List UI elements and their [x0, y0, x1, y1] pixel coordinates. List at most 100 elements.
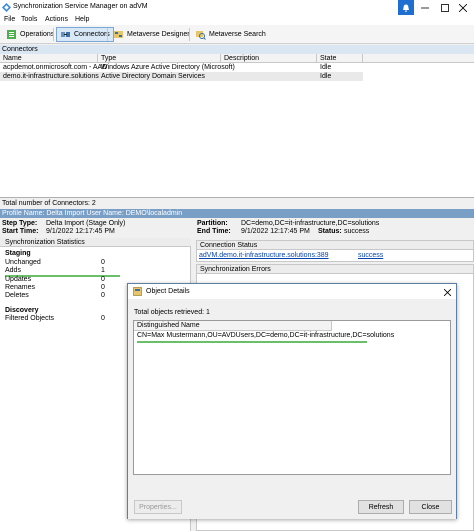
stat-row[interactable]: Adds 1 — [5, 267, 115, 275]
stat-label: Filtered Objects — [5, 315, 55, 322]
dialog-title-bar: Object Details — [128, 284, 456, 299]
maximize-icon — [441, 3, 449, 12]
title-bar: Synchronization Service Manager on adVM — [0, 0, 474, 15]
connection-result-link[interactable]: success — [358, 252, 383, 259]
discovery-label: Discovery — [5, 307, 39, 314]
sync-service-icon — [2, 3, 11, 12]
status-label: Status: — [318, 228, 342, 235]
table-row[interactable]: acpdemot.onmicrosoft.com - AAD Windows A… — [0, 63, 363, 72]
connectors-count: Total number of Connectors: 2 — [0, 199, 474, 208]
metaverse-designer-icon — [114, 31, 123, 38]
metaverse-designer-button[interactable]: Metaverse Designer — [110, 27, 193, 42]
metaverse-designer-label: Metaverse Designer — [127, 31, 190, 38]
connectors-icon — [61, 32, 70, 37]
column-header-distinguished-name[interactable]: Distinguished Name — [134, 321, 332, 331]
menu-file[interactable]: File — [4, 15, 15, 24]
cell-name: demo.it-infrastructure.solutions — [3, 73, 99, 80]
close-window-button[interactable] — [452, 0, 474, 15]
connectors-table: Name Type Description State acpdemot.onm… — [0, 54, 474, 198]
toolbar: Operations Connectors Metaverse Designer… — [0, 25, 474, 44]
staging-label: Staging — [5, 250, 31, 257]
menu-tools[interactable]: Tools — [21, 15, 37, 24]
column-header-description[interactable]: Description — [221, 54, 317, 63]
cell-state: Idle — [320, 64, 332, 71]
operations-button[interactable]: Operations — [3, 27, 57, 42]
list-item[interactable]: CN=Max Mustermann,OU=AVDUsers,DC=demo,DC… — [134, 331, 450, 340]
sync-statistics-header: Synchronization Statistics — [0, 238, 191, 247]
toolbar-separator — [53, 28, 54, 41]
close-button[interactable]: Close — [409, 500, 452, 514]
connection-status-panel: Connection Status adVM.demo.it-infrastru… — [196, 240, 474, 262]
metaverse-search-label: Metaverse Search — [209, 31, 266, 38]
window-title: Synchronization Service Manager on adVM — [13, 3, 148, 10]
stat-label: Deletes — [5, 292, 29, 299]
connection-status-header: Connection Status — [197, 241, 473, 250]
stat-value: 0 — [101, 259, 105, 266]
close-icon — [443, 288, 451, 296]
menu-help[interactable]: Help — [75, 15, 89, 24]
end-time-value: 9/1/2022 12:17:45 PM — [241, 228, 310, 235]
minimize-icon — [421, 7, 429, 8]
column-header-state[interactable]: State — [317, 54, 363, 63]
stat-value: 0 — [101, 284, 105, 291]
stat-value: 1 — [101, 267, 105, 274]
object-details-dialog: Object Details Total objects retrieved: … — [127, 283, 457, 519]
metaverse-search-button[interactable]: Metaverse Search — [192, 27, 269, 42]
start-time-value: 9/1/2022 12:17:45 PM — [46, 228, 115, 235]
dialog-app-icon — [133, 287, 142, 296]
column-header-name[interactable]: Name — [0, 54, 98, 63]
profile-bar: Profile Name: Delta Import User Name: DE… — [0, 209, 474, 218]
stat-row: Filtered Objects 0 — [5, 315, 115, 323]
stat-value: 0 — [101, 276, 105, 283]
connectors-button[interactable]: Connectors — [56, 27, 114, 42]
connectors-header: Connectors — [0, 45, 474, 54]
stat-row: Deletes 0 — [5, 292, 115, 300]
start-time-label: Start Time: — [2, 228, 39, 235]
refresh-button[interactable]: Refresh — [358, 500, 404, 514]
dialog-title: Object Details — [146, 288, 190, 295]
bell-icon — [403, 4, 409, 12]
properties-button[interactable]: Properties... — [134, 500, 182, 514]
help-button[interactable] — [398, 0, 414, 15]
toolbar-separator — [189, 28, 190, 41]
cell-type: Windows Azure Active Directory (Microsof… — [101, 64, 235, 71]
stat-label: Renames — [5, 284, 35, 291]
connection-server-link[interactable]: adVM.demo.it-infrastructure.solutions:38… — [199, 252, 329, 259]
stat-label: Updates — [5, 276, 32, 283]
menu-bar: File Tools Actions Help — [0, 15, 474, 25]
step-type-label: Step Type: — [2, 220, 38, 227]
column-header-filler — [363, 54, 474, 63]
table-row[interactable]: demo.it-infrastructure.solutions Active … — [0, 72, 363, 81]
end-time-label: End Time: — [197, 228, 231, 235]
column-header-type[interactable]: Type — [98, 54, 221, 63]
toolbar-separator — [107, 28, 108, 41]
cell-type: Active Directory Domain Services — [101, 73, 205, 80]
objects-list: Distinguished Name CN=Max Mustermann,OU=… — [133, 320, 451, 475]
stat-value: 0 — [101, 315, 105, 322]
status-value: success — [344, 228, 370, 235]
step-type-value: Delta Import (Stage Only) — [46, 220, 126, 227]
menu-actions[interactable]: Actions — [45, 15, 68, 24]
partition-label: Partition: — [197, 220, 228, 227]
sync-errors-header: Synchronization Errors — [197, 265, 473, 274]
cell-state: Idle — [320, 73, 332, 80]
operations-icon — [7, 30, 16, 39]
distinguished-name-value: CN=Max Mustermann,OU=AVDUsers,DC=demo,DC… — [137, 332, 395, 339]
metaverse-search-icon — [196, 31, 206, 40]
stat-row: Updates 0 — [5, 276, 115, 284]
stat-label: Adds — [5, 267, 21, 274]
cell-name: acpdemot.onmicrosoft.com - AAD — [3, 64, 108, 71]
dialog-total-objects: Total objects retrieved: 1 — [134, 309, 210, 316]
dialog-body: Total objects retrieved: 1 Distinguished… — [128, 299, 456, 519]
dialog-close-button[interactable] — [442, 287, 452, 297]
minimize-button[interactable] — [414, 0, 436, 15]
close-icon — [459, 3, 467, 12]
connectors-label: Connectors — [74, 31, 110, 38]
operations-label: Operations — [20, 31, 55, 38]
stat-row: Unchanged 0 — [5, 259, 115, 267]
stat-value: 0 — [101, 292, 105, 299]
partition-value: DC=demo,DC=it-infrastructure,DC=solution… — [241, 220, 380, 227]
stat-label: Unchanged — [5, 259, 41, 266]
highlight-underline — [137, 341, 367, 343]
step-details: Step Type: Delta Import (Stage Only) Sta… — [0, 219, 474, 238]
